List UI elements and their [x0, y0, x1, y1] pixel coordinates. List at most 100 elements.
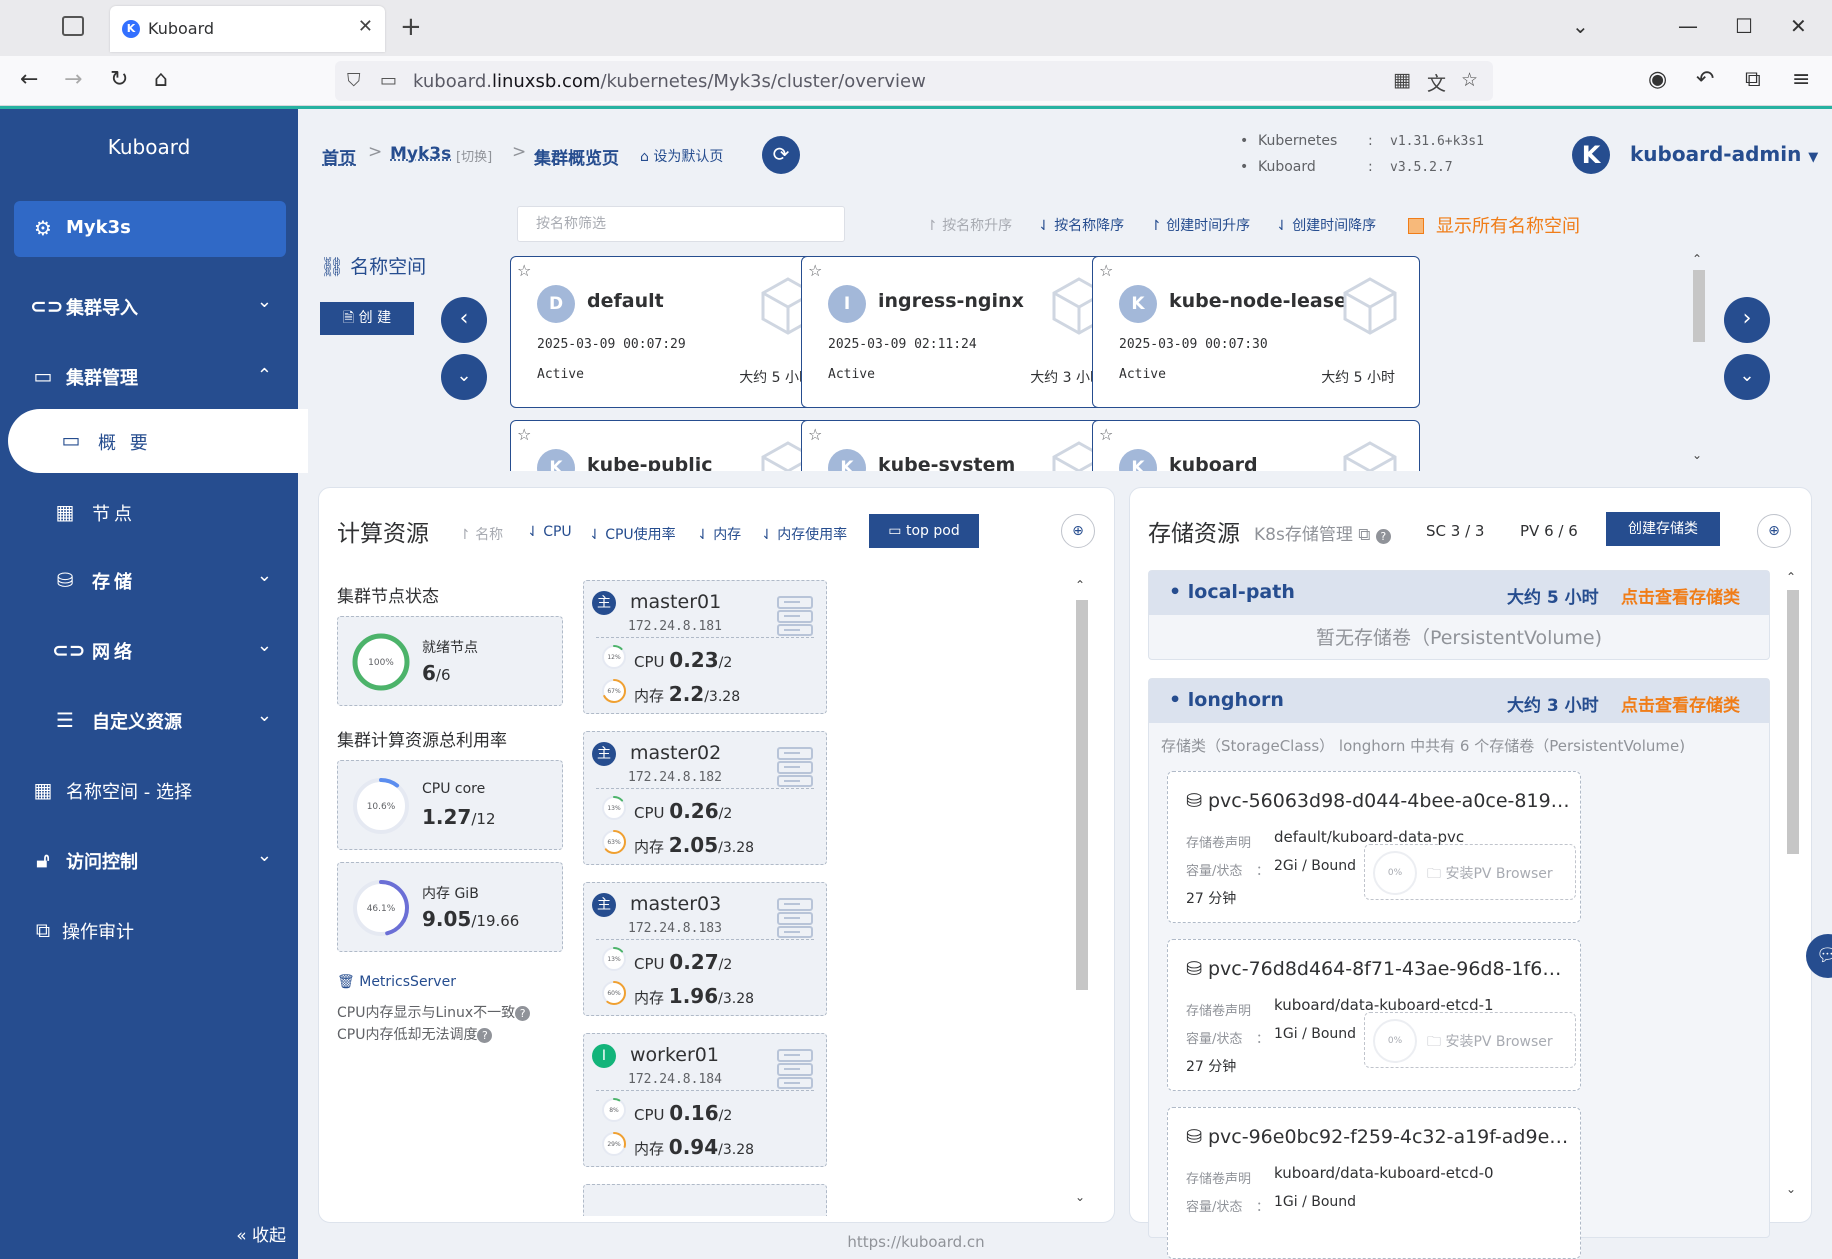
breadcrumb-cluster[interactable]: Myk3s — [390, 144, 451, 164]
sort-name-asc[interactable]: ↾ 按名称升序 — [926, 215, 1012, 235]
namespace-prev-button[interactable]: ‹ — [441, 297, 487, 343]
scroll-up-icon[interactable]: ⌃ — [1692, 252, 1702, 266]
pv-name[interactable]: ⛁ pvc-56063d98-d044-4bee-a0ce-8190a9b1e2… — [1186, 790, 1571, 812]
tab-list-icon[interactable] — [62, 16, 84, 36]
namespace-card[interactable]: ☆ Kkube-node-lease 2025-03-09 00:07:30 Acti… — [1092, 256, 1420, 408]
namespace-scrollbar[interactable]: ⌃ ⌄ — [1690, 252, 1708, 472]
account-icon[interactable]: ◉ — [1648, 67, 1667, 92]
minimize-icon[interactable]: — — [1678, 14, 1698, 38]
star-icon[interactable]: ☆ — [1099, 261, 1113, 280]
node-name[interactable]: master02 — [630, 742, 721, 764]
star-icon[interactable]: ☆ — [808, 261, 822, 280]
page-info-icon[interactable]: ▭ — [380, 70, 397, 91]
install-pv-browser-link[interactable]: 🗀︎ 安装PV Browser — [1427, 1031, 1553, 1055]
sidebar-item-access-control[interactable]: 🔓︎ 访问控制 ⌄ — [0, 833, 298, 889]
node-card[interactable] — [583, 1184, 827, 1216]
namespace-card[interactable]: ☆ Iingress-nginx 2025-03-09 02:11:24 Active… — [801, 256, 1129, 408]
node-card[interactable]: 主 master01 172.24.8.181 12% CPU 0.23/2 67% 内存 … — [583, 580, 827, 714]
sidebar-item-storage[interactable]: ⛁ 存储 ⌄ — [0, 553, 298, 609]
scroll-thumb[interactable] — [1693, 270, 1705, 342]
new-tab-icon[interactable]: + — [400, 12, 422, 42]
view-storage-class-link[interactable]: 点击查看存储类 — [1621, 691, 1740, 716]
forward-icon[interactable]: → — [64, 67, 82, 92]
node-card[interactable]: 主 master03 172.24.8.183 13% CPU 0.27/2 60% 内存 … — [583, 882, 827, 1016]
namespace-name[interactable]: ingress-nginx — [878, 290, 1024, 312]
storage-class-name[interactable]: • longhorn — [1169, 689, 1284, 711]
shield-icon[interactable]: ⛉ — [347, 70, 361, 91]
create-storage-class-button[interactable]: 创建存储类 — [1606, 512, 1720, 546]
footer-url[interactable]: https://kuboard.cn — [0, 1233, 1832, 1251]
install-pv-browser-link[interactable]: 🗀︎ 安装PV Browser — [1427, 863, 1553, 887]
back-icon[interactable]: ← — [20, 67, 38, 92]
switch-cluster-link[interactable]: [切换] — [456, 146, 492, 165]
namespace-collapse-button[interactable]: ⌄ — [441, 354, 487, 400]
sort-by-cpu[interactable]: ⇃ CPU — [527, 524, 572, 540]
namespace-filter-input[interactable]: 按名称筛选 — [517, 206, 845, 242]
scroll-down-icon[interactable]: ⌄ — [1075, 1190, 1085, 1204]
address-bar[interactable]: ⛉ ▭ kuboard.linuxsb.com/kubernetes/Myk3s… — [335, 61, 1493, 101]
breadcrumb-home[interactable]: 首页 — [322, 144, 356, 169]
node-name[interactable]: master01 — [630, 591, 721, 613]
scroll-up-icon[interactable]: ⌃ — [1786, 570, 1796, 584]
sort-by-cpu-usage[interactable]: ⇃ CPU使用率 — [589, 524, 676, 544]
node-card[interactable]: Iworker01 172.24.8.184 8% CPU 0.16/2 29% 内存 0… — [583, 1033, 827, 1167]
browser-tab[interactable]: K Kuboard ✕ — [110, 6, 385, 52]
namespace-name[interactable]: kube-node-lease — [1169, 290, 1347, 312]
url-text[interactable]: kuboard.linuxsb.com/kubernetes/Myk3s/clu… — [413, 71, 926, 92]
refresh-button[interactable]: ⟳ — [762, 136, 800, 174]
menu-icon[interactable]: ≡ — [1792, 67, 1810, 92]
sort-by-name[interactable]: ↾ 名称 — [459, 524, 503, 544]
pv-browser-widget[interactable]: 0% 🗀︎ 安装PV Browser — [1364, 844, 1576, 900]
sidebar-item-audit[interactable]: ⧉ 操作审计 — [0, 903, 298, 959]
sort-by-memory[interactable]: ⇃ 内存 — [697, 524, 741, 544]
metrics-server-link[interactable]: 🗑︎ MetricsServer — [337, 974, 456, 990]
history-back-icon[interactable]: ↶ — [1696, 67, 1714, 92]
create-namespace-button[interactable]: 🗎︎ 创 建 — [320, 302, 414, 335]
cpu-note-link[interactable]: CPU内存显示与Linux不一致? — [337, 1002, 531, 1022]
sort-name-desc[interactable]: ⇃ 按名称降序 — [1038, 215, 1124, 235]
star-icon[interactable]: ☆ — [517, 261, 531, 280]
namespace-card[interactable]: ☆ Kkube-system — [801, 420, 1129, 471]
zoom-in-icon[interactable]: ⊕ — [1757, 514, 1791, 548]
namespace-card[interactable]: ☆ Kkube-public — [510, 420, 838, 471]
sidebar-cluster[interactable]: ⚙ Myk3s — [14, 201, 286, 257]
bookmark-star-icon[interactable]: ☆ — [1461, 69, 1478, 91]
extensions-icon[interactable]: ⧉ — [1745, 67, 1761, 92]
scroll-thumb[interactable] — [1787, 590, 1799, 854]
view-storage-class-link[interactable]: 点击查看存储类 — [1621, 583, 1740, 608]
namespace-expand-button[interactable]: ⌄ — [1724, 354, 1770, 400]
scroll-up-icon[interactable]: ⌃ — [1075, 578, 1085, 592]
close-window-icon[interactable]: ✕ — [1790, 14, 1807, 38]
tab-overflow-chevron-icon[interactable]: ⌄ — [1572, 14, 1589, 38]
node-list-scrollbar[interactable]: ⌃ ⌄ — [1073, 578, 1091, 1208]
sidebar-item-nodes[interactable]: ▦ 节点 — [0, 485, 298, 541]
sort-created-desc[interactable]: ⇃ 创建时间降序 — [1276, 215, 1376, 235]
scroll-thumb[interactable] — [1076, 600, 1088, 990]
sidebar-item-custom-resources[interactable]: ☰ 自定义资源 ⌄ — [0, 693, 298, 749]
sidebar-item-cluster-manage[interactable]: ▭ 集群管理 ⌃ — [0, 349, 298, 405]
node-name[interactable]: master03 — [630, 893, 721, 915]
set-default-page-link[interactable]: ⌂ 设为默认页 — [640, 146, 723, 166]
top-pod-button[interactable]: ▭ top pod — [869, 514, 979, 548]
star-icon[interactable]: ☆ — [517, 425, 531, 444]
storage-scrollbar[interactable]: ⌃ ⌄ — [1784, 570, 1802, 1200]
zoom-in-icon[interactable]: ⊕ — [1061, 514, 1095, 548]
scroll-down-icon[interactable]: ⌄ — [1692, 448, 1702, 462]
node-name[interactable]: worker01 — [630, 1044, 719, 1066]
pv-claim-value[interactable]: kuboard/data-kuboard-etcd-0 — [1274, 1164, 1494, 1182]
sidebar-item-namespace-select[interactable]: ▦ 名称空间 - 选择 — [0, 763, 298, 819]
sort-by-memory-usage[interactable]: ⇃ 内存使用率 — [761, 524, 847, 544]
show-all-namespaces-checkbox[interactable]: 显示所有名称空间 — [1408, 212, 1580, 238]
pv-card[interactable]: ⛁ pvc-56063d98-d044-4bee-a0ce-8190a9b1e2… — [1167, 771, 1581, 923]
namespace-name[interactable]: kube-system — [878, 454, 1015, 471]
maximize-icon[interactable]: ☐ — [1735, 14, 1753, 38]
namespace-name[interactable]: default — [587, 290, 664, 312]
sidebar-item-network[interactable]: ⊂⊃ 网络 ⌄ — [0, 623, 298, 679]
namespace-next-button[interactable]: › — [1724, 297, 1770, 343]
sort-created-asc[interactable]: ↾ 创建时间升序 — [1150, 215, 1250, 235]
k8s-storage-link[interactable]: K8s存储管理 ⧉ ? — [1254, 520, 1391, 545]
pv-name[interactable]: ⛁ pvc-96e0bc92-f259-4c32-a19f-ad9e3c7b8e… — [1186, 1126, 1571, 1148]
qr-code-icon[interactable]: ▦ — [1393, 69, 1411, 91]
reload-icon[interactable]: ↻ — [110, 67, 128, 92]
pv-browser-widget[interactable]: 0% 🗀︎ 安装PV Browser — [1364, 1012, 1576, 1068]
